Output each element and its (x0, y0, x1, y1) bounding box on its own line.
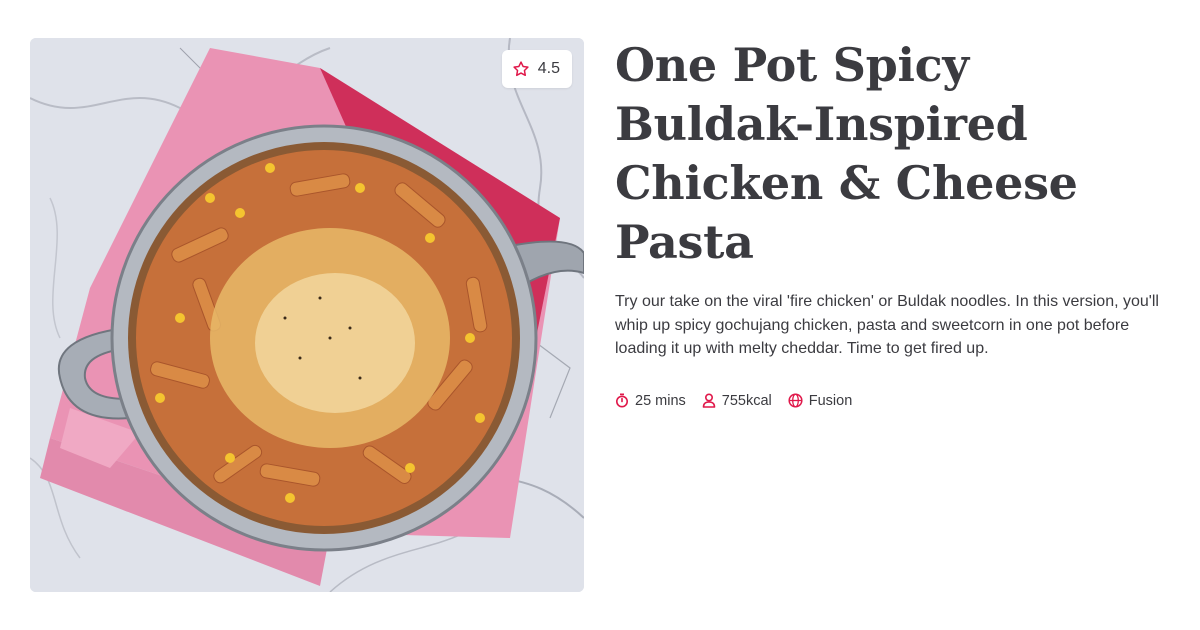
timer-icon (615, 393, 629, 408)
meta-calories: 755kcal (702, 393, 772, 409)
globe-icon (788, 393, 803, 408)
meta-time: 25 mins (615, 393, 686, 409)
recipe-title: One Pot Spicy Buldak-Inspired Chicken & … (615, 38, 1078, 269)
recipe-meta: 25 mins 755kcal Fusion (615, 393, 1175, 409)
recipe-description: Try our take on the viral 'fire chicken'… (615, 293, 1159, 357)
person-icon (702, 393, 716, 408)
recipe-photo (30, 38, 584, 592)
recipe-image-card[interactable]: 4.5 (30, 38, 584, 592)
star-icon (512, 60, 530, 78)
rating-badge[interactable]: 4.5 (501, 50, 572, 88)
meta-cuisine: Fusion (788, 392, 853, 409)
meta-cuisine-value: Fusion (808, 392, 853, 409)
recipe-details: One Pot Spicy Buldak-Inspired Chicken & … (615, 36, 1175, 409)
rating-value: 4.5 (537, 60, 560, 77)
meta-time-value: 25 mins (635, 392, 686, 409)
meta-calories-value: 755kcal (721, 392, 772, 409)
